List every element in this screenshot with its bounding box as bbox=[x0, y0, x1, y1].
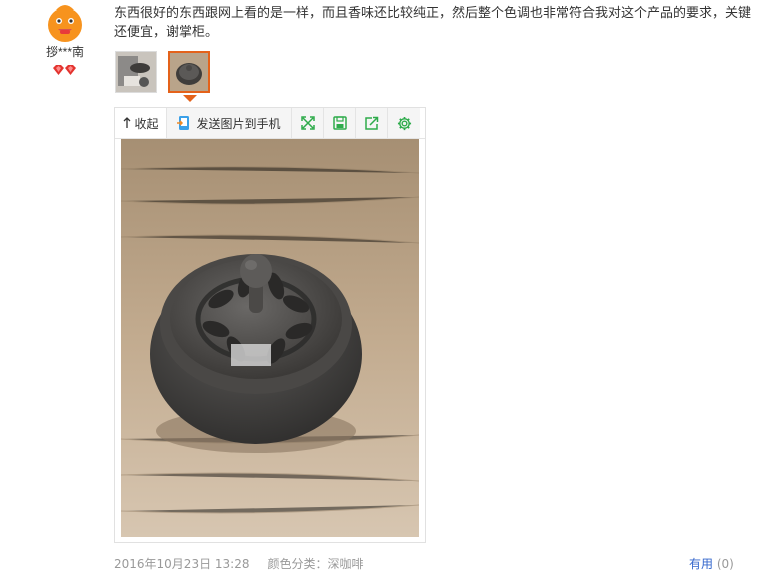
review-date: 2016年10月23日 13:28 bbox=[114, 557, 250, 571]
photo-thumbnail-1[interactable] bbox=[115, 51, 157, 93]
username[interactable]: 拶***南 bbox=[30, 45, 100, 59]
vip-level-badge bbox=[30, 63, 100, 77]
reviewer-info: 拶***南 bbox=[30, 0, 100, 77]
phone-send-icon bbox=[177, 116, 190, 130]
avatar[interactable] bbox=[42, 0, 88, 44]
review-content: 东西很好的东西跟网上看的是一样，而且香味还比较纯正，然后整个色调也非常符合我对这… bbox=[114, 6, 752, 40]
save-icon bbox=[332, 116, 347, 130]
useful-count: (0) bbox=[716, 557, 734, 571]
arrow-up-icon bbox=[124, 117, 131, 128]
fullscreen-button[interactable] bbox=[292, 108, 324, 138]
fullscreen-icon bbox=[300, 116, 315, 130]
useful-label[interactable]: 有用 bbox=[689, 557, 713, 571]
viewer-toolbar: 收起 发送图片到手机 bbox=[115, 108, 425, 139]
image-viewer: 收起 发送图片到手机 bbox=[114, 107, 426, 543]
aroma-diffuser-photo bbox=[121, 139, 419, 537]
save-button[interactable] bbox=[324, 108, 356, 138]
photo-thumbnail-2[interactable] bbox=[168, 51, 210, 93]
useful-vote-button[interactable]: 有用 (0) bbox=[689, 555, 734, 572]
settings-button[interactable] bbox=[388, 108, 420, 138]
share-button[interactable] bbox=[356, 108, 388, 138]
selected-thumbnail-pointer bbox=[183, 95, 197, 102]
review-photo-large[interactable] bbox=[121, 139, 419, 537]
send-to-phone-button[interactable]: 发送图片到手机 bbox=[167, 108, 292, 138]
color-category: 颜色分类：深咖啡 bbox=[267, 557, 364, 571]
double-diamond-icon bbox=[53, 65, 76, 75]
orange-mascot-icon bbox=[42, 0, 88, 44]
send-to-phone-label: 发送图片到手机 bbox=[196, 116, 281, 131]
review-meta: 2016年10月23日 13:28 颜色分类：深咖啡 bbox=[114, 555, 364, 572]
share-icon bbox=[365, 116, 379, 130]
collapse-label: 收起 bbox=[134, 116, 159, 131]
settings-icon bbox=[397, 116, 411, 130]
collapse-button[interactable]: 收起 bbox=[115, 108, 167, 138]
